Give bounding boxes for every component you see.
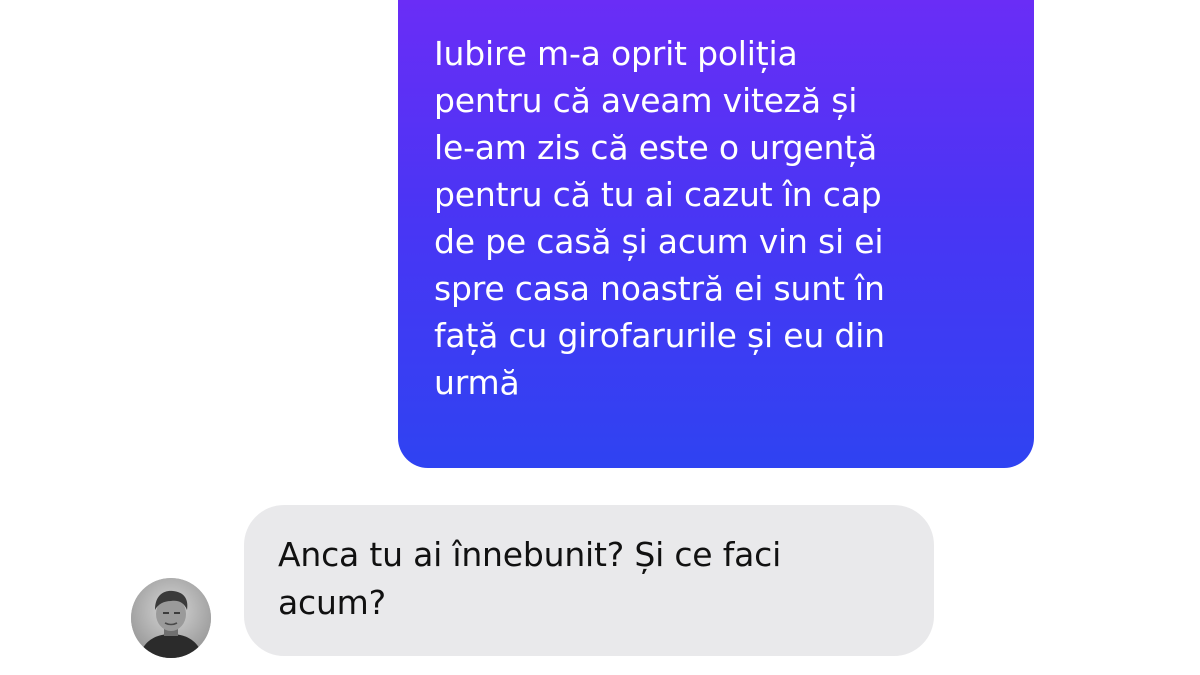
message-line: pentru că tu ai cazut în cap — [434, 175, 882, 214]
contact-avatar[interactable] — [131, 578, 211, 658]
message-line: acum? — [278, 583, 386, 622]
avatar-photo-icon — [131, 578, 211, 658]
message-line: le-am zis că este o urgență — [434, 128, 878, 167]
chat-screen: Iubire m-a oprit poliția pentru că aveam… — [0, 0, 1200, 675]
message-line: urmă — [434, 363, 520, 402]
message-line: Anca tu ai înnebunit? Și ce faci — [278, 535, 782, 574]
message-line: Iubire m-a oprit poliția — [434, 34, 798, 73]
message-line: de pe casă și acum vin si ei — [434, 222, 884, 261]
message-line: spre casa noastră ei sunt în — [434, 269, 885, 308]
message-line: față cu girofarurile și eu din — [434, 316, 885, 355]
outgoing-message-bubble[interactable]: Iubire m-a oprit poliția pentru că aveam… — [398, 0, 1034, 468]
message-line: pentru că aveam viteză și — [434, 81, 858, 120]
incoming-message-bubble[interactable]: Anca tu ai înnebunit? Și ce faci acum? — [244, 505, 934, 656]
